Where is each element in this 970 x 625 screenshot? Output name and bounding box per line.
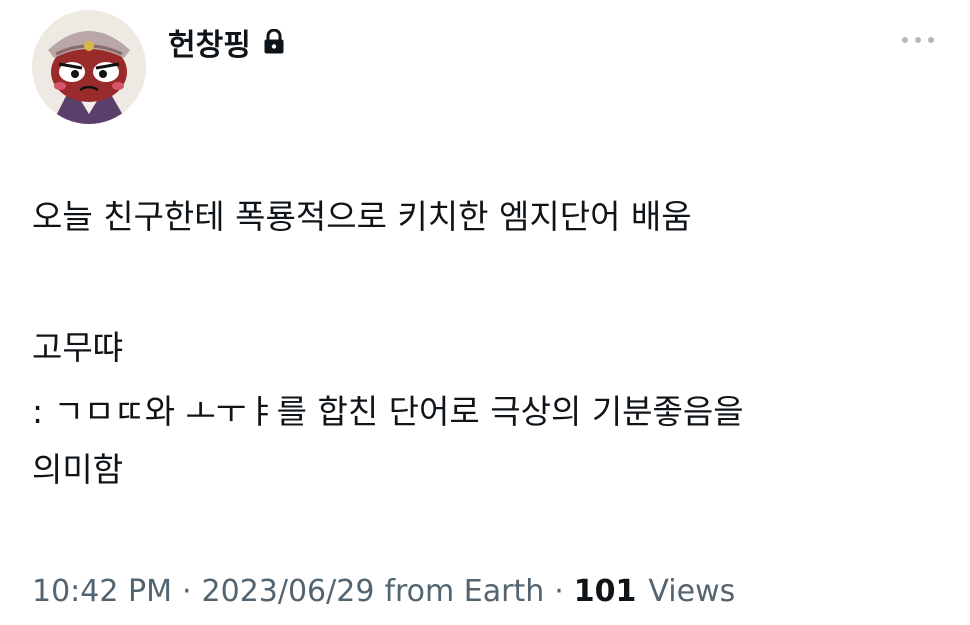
tweet-text-line: 오늘 친구한테 폭룡적으로 키치한 엠지단어 배움 [32,197,692,236]
tweet-date[interactable]: 2023/06/29 [202,574,375,609]
avatar[interactable] [32,10,146,124]
tweet-card: 헌창핑 오늘 친구한테 폭룡적으로 키치한 엠지단어 배움 고무땨 : ㄱㅁㄸ와… [0,0,970,625]
more-options-button[interactable] [898,30,938,50]
tweet-text-line: : ㄱㅁㄸ와 ㅗㅜㅑ를 합친 단어로 극상의 기분좋음을 [32,392,744,431]
avatar-image [32,10,146,124]
lock-icon [263,29,285,55]
views-label: Views [648,574,736,609]
tweet-source: from Earth [384,574,545,609]
display-name[interactable]: 헌창핑 [168,20,251,64]
more-horizontal-icon [902,37,934,43]
tweet-metadata: 10:42 PM · 2023/06/29 from Earth · 101 V… [32,574,735,609]
tweet-text-line: 고무땨 [32,328,124,367]
tweet-time[interactable]: 10:42 PM [32,574,172,609]
separator: · [181,574,192,609]
author-row: 헌창핑 [168,20,285,64]
separator: · [554,574,564,609]
views-count[interactable]: 101 [574,574,637,609]
tweet-text-line: 의미함 [32,450,124,489]
